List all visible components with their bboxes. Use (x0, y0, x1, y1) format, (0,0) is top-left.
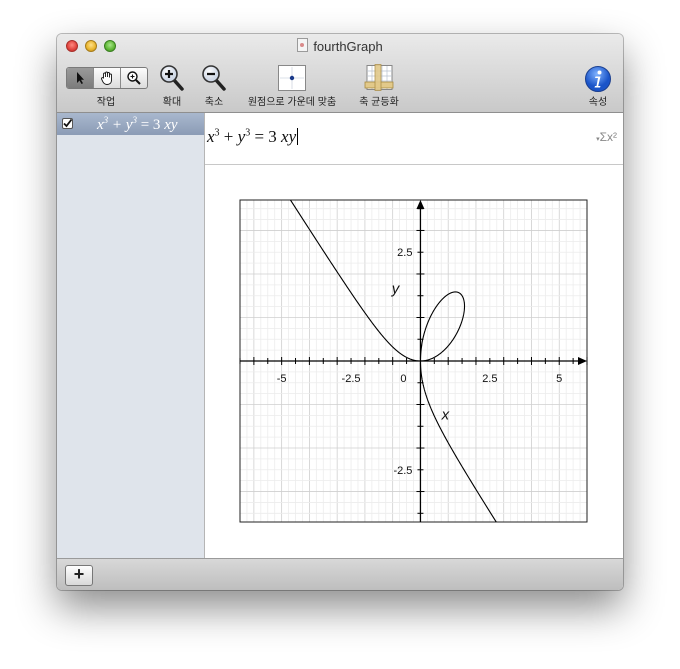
equation-input[interactable]: x3 + y3 = 3 xy (207, 127, 299, 147)
app-window: fourthGraph 작업 확대 축소 원점으로 가운데 맞춤 축 균등화 속… (57, 34, 623, 590)
checkmark-icon (63, 118, 73, 128)
document-icon (297, 38, 309, 52)
mode-segmented-control[interactable] (66, 67, 148, 89)
text-caret (297, 128, 299, 145)
equation-label: x3 + y3 = 3 xy (97, 115, 178, 133)
x-tick-label: -5 (277, 373, 287, 385)
y-tick-label: -2.5 (393, 465, 412, 477)
zoom-out-button[interactable] (201, 64, 227, 92)
hand-icon (101, 71, 112, 85)
magnifier-icon (127, 71, 141, 85)
center-origin-button[interactable] (277, 64, 307, 92)
zoom-in-icon (160, 65, 184, 91)
center-origin-label: 원점으로 가운데 맞춤 (247, 97, 337, 108)
grid-ruler-icon (364, 64, 394, 91)
math-palette-button[interactable]: ▾Σx² (596, 130, 617, 144)
arrow-pointer-icon (77, 72, 84, 84)
inspector-button[interactable] (584, 65, 612, 93)
equation-visible-checkbox[interactable] (62, 118, 73, 129)
zoom-out-icon (202, 65, 226, 91)
titlebar: fourthGraph 작업 확대 축소 원점으로 가운데 맞춤 축 균등화 속… (57, 34, 623, 113)
y-tick-label: 2.5 (397, 247, 412, 259)
status-bar: + (57, 558, 623, 590)
y-axis-label: y (391, 281, 401, 298)
x-tick-label: 5 (556, 373, 562, 385)
x-axis-label: x (441, 407, 450, 424)
pan-mode-button[interactable] (94, 68, 121, 88)
x-tick-label: -2.5 (342, 373, 361, 385)
window-title: fourthGraph (57, 38, 623, 54)
graph-canvas[interactable]: -5 -2.5 0 2.5 5 2.5 -2.5 x y (205, 165, 623, 558)
mode-label: 작업 (96, 97, 116, 108)
inspector-label: 속성 (588, 97, 608, 108)
equation-sidebar: x3 + y3 = 3 xy (57, 113, 205, 558)
equation-list-item[interactable]: x3 + y3 = 3 xy (57, 113, 204, 135)
graph-area[interactable]: -5 -2.5 0 2.5 5 2.5 -2.5 x y (205, 165, 623, 558)
x-tick-label: 2.5 (482, 373, 497, 385)
sigma-icon: Σx² (599, 130, 617, 144)
select-mode-button[interactable] (67, 68, 94, 88)
equalize-axes-label: 축 균등화 (359, 97, 399, 108)
crosshair-origin-icon (278, 65, 306, 91)
zoom-out-label: 축소 (204, 97, 224, 108)
zoom-mode-button[interactable] (121, 68, 147, 88)
equalize-axes-button[interactable] (364, 64, 394, 92)
zoom-in-button[interactable] (159, 64, 185, 92)
x-tick-label: 0 (400, 373, 406, 385)
equation-editor[interactable]: x3 + y3 = 3 xy ▾Σx² (205, 113, 623, 165)
info-icon (585, 66, 611, 92)
add-equation-button[interactable]: + (65, 565, 93, 586)
zoom-in-label: 확대 (162, 97, 182, 108)
